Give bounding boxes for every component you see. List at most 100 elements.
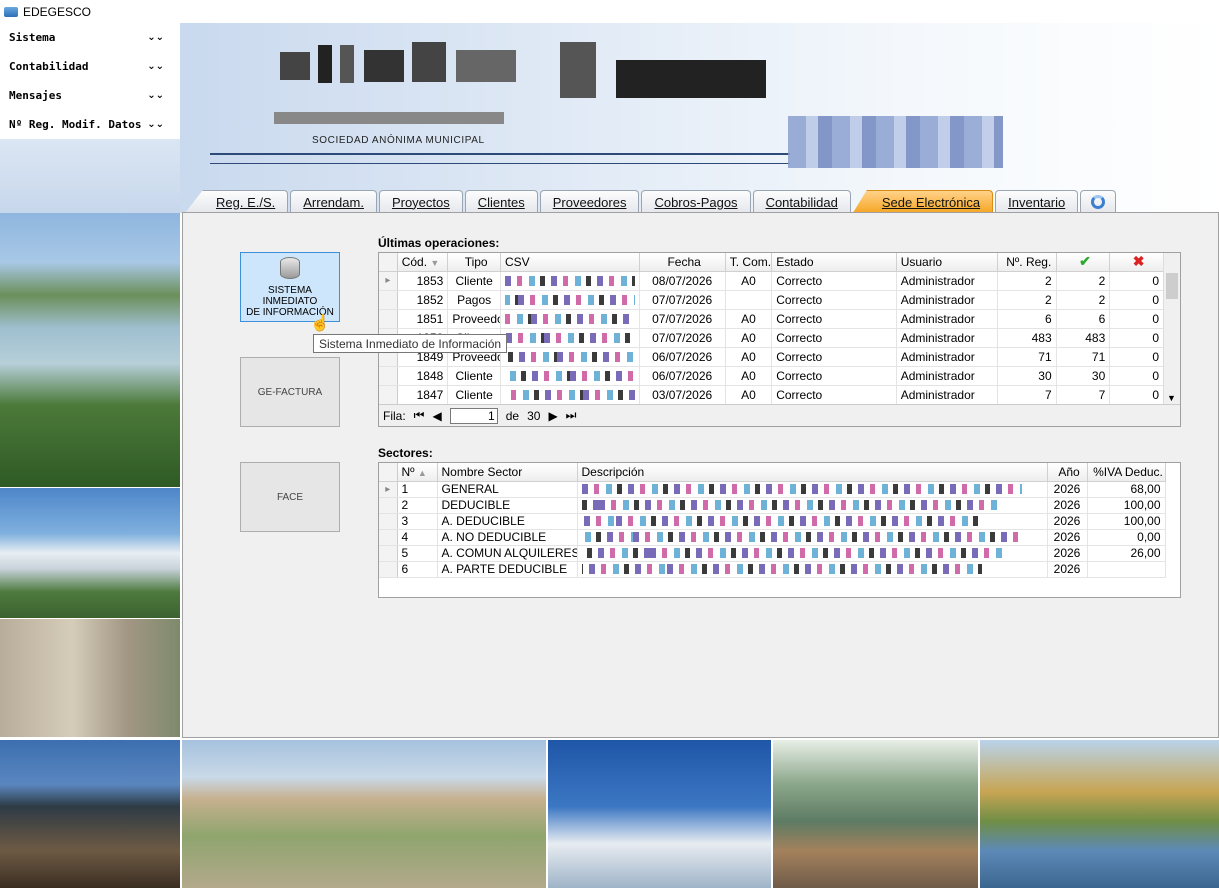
- cell-ok: 2: [1056, 271, 1111, 291]
- menu-sistema[interactable]: Sistema ⌄⌄: [0, 23, 180, 52]
- scroll-down-icon[interactable]: ▼: [1167, 393, 1176, 403]
- col-nombre[interactable]: Nombre Sector: [437, 463, 578, 482]
- operations-scrollbar[interactable]: ▼: [1163, 253, 1180, 405]
- table-row[interactable]: 1848 Cliente 06/07/2026 A0 Correcto Administr…: [379, 366, 1164, 386]
- cell-nreg: 6: [997, 309, 1057, 329]
- scroll-thumb[interactable]: [1166, 273, 1178, 299]
- tab-inventario[interactable]: Inventario: [995, 190, 1079, 213]
- menu-label: Mensajes: [9, 89, 62, 102]
- window-title: EDEGESCO: [23, 4, 92, 19]
- tab-clientes[interactable]: Clientes: [464, 190, 538, 213]
- col-csv[interactable]: CSV: [500, 253, 640, 272]
- tab-sede-electronica[interactable]: Sede Electrónica: [852, 190, 994, 213]
- tab-proyectos[interactable]: Proyectos: [378, 190, 463, 213]
- row-header-corner: [379, 463, 398, 482]
- row-selector: [379, 561, 398, 578]
- row-header-corner: [379, 253, 398, 272]
- table-row[interactable]: 1851 Proveedo 07/07/2026 A0 Correcto Administ…: [379, 309, 1164, 329]
- col-cod[interactable]: Cód. ▼: [397, 253, 449, 272]
- cell-anio: 2026: [1047, 545, 1088, 562]
- next-page-icon[interactable]: ▶: [548, 409, 557, 423]
- photo-market: [773, 740, 978, 888]
- cell-cod: 1847: [397, 385, 449, 405]
- col-tcom[interactable]: T. Com.: [725, 253, 773, 272]
- tab-reg-es[interactable]: Reg. E./S.: [185, 190, 289, 213]
- col-descripcion[interactable]: Descripción: [577, 463, 1048, 482]
- cell-descripcion: [577, 513, 1048, 530]
- cell-fecha: 06/07/2026: [639, 366, 726, 386]
- col-usuario[interactable]: Usuario: [896, 253, 998, 272]
- sii-button[interactable]: SISTEMA INMEDIATO DE INFORMACIÓN: [240, 252, 340, 322]
- table-row[interactable]: 5 A. COMUN ALQUILERES 2026 26,00: [379, 545, 1166, 562]
- row-selector: [379, 513, 398, 530]
- cell-ko: 0: [1109, 366, 1164, 386]
- table-row[interactable]: 1852 Pagos 07/07/2026 Correcto Administrador…: [379, 290, 1164, 310]
- cell-tipo: Pagos: [447, 290, 501, 310]
- photo-canal: [980, 740, 1219, 888]
- tab-arrendam[interactable]: Arrendam.: [290, 190, 377, 213]
- cell-ok: 6: [1056, 309, 1111, 329]
- cell-anio: 2026: [1047, 529, 1088, 546]
- cell-ok: 30: [1056, 366, 1111, 386]
- cell-ko: 0: [1109, 290, 1164, 310]
- cell-iva: 100,00: [1087, 513, 1166, 530]
- tab-refresh[interactable]: [1080, 190, 1117, 213]
- cell-n: 1: [397, 481, 438, 498]
- menu-mensajes[interactable]: Mensajes ⌄⌄: [0, 81, 180, 110]
- cell-n: 6: [397, 561, 438, 578]
- col-nreg[interactable]: Nº. Reg.: [997, 253, 1057, 272]
- last-page-icon[interactable]: ⏭: [566, 408, 577, 423]
- col-iva[interactable]: %IVA Deduc.: [1087, 463, 1166, 482]
- cell-tcom: A0: [725, 271, 773, 291]
- cell-cod: 1851: [397, 309, 449, 329]
- col-anio[interactable]: Año: [1047, 463, 1088, 482]
- photo-building: [0, 488, 180, 618]
- cell-cod: 1853: [397, 271, 449, 291]
- cell-nombre: A. COMUN ALQUILERES: [437, 545, 578, 562]
- cell-nreg: 71: [997, 347, 1057, 367]
- col-fecha[interactable]: Fecha: [639, 253, 726, 272]
- cell-usuario: Administrador: [896, 271, 998, 291]
- page-input[interactable]: [449, 407, 498, 424]
- col-tipo[interactable]: Tipo: [447, 253, 501, 272]
- table-row[interactable]: 4 A. NO DEDUCIBLE 2026 0,00: [379, 529, 1166, 546]
- gefactura-button[interactable]: GE-FACTURA: [240, 357, 340, 427]
- prev-page-icon[interactable]: ◀: [432, 409, 441, 423]
- cell-csv: [500, 347, 640, 367]
- table-row[interactable]: 1847 Cliente 03/07/2026 A0 Correcto Administr…: [379, 385, 1164, 405]
- table-row[interactable]: ▸ 1 GENERAL 2026 68,00: [379, 481, 1166, 498]
- pager-total: 30: [527, 408, 541, 423]
- cell-tcom: A0: [725, 347, 773, 367]
- first-page-icon[interactable]: ⏮: [414, 408, 425, 423]
- table-row[interactable]: 3 A. DEDUCIBLE 2026 100,00: [379, 513, 1166, 530]
- menu-reg-modif[interactable]: Nº Reg. Modif. Datos ⌄⌄: [0, 110, 180, 139]
- cell-ko: 0: [1109, 347, 1164, 367]
- table-row[interactable]: 6 A. PARTE DEDUCIBLE 2026: [379, 561, 1166, 578]
- col-estado[interactable]: Estado: [771, 253, 897, 272]
- cell-nreg: 483: [997, 328, 1057, 348]
- col-ko[interactable]: ✖: [1109, 253, 1164, 272]
- photo-fountain: [0, 619, 180, 737]
- table-row[interactable]: 2 DEDUCIBLE 2026 100,00: [379, 497, 1166, 514]
- hand-cursor-icon: ☝: [310, 315, 330, 332]
- sectors-grid: Nº ▲ Nombre Sector Descripción Año %IVA …: [378, 462, 1181, 598]
- table-row[interactable]: ▸ 1853 Cliente 08/07/2026 A0 Correcto Administ…: [379, 271, 1164, 291]
- menu-contabilidad[interactable]: Contabilidad ⌄⌄: [0, 52, 180, 81]
- col-ok[interactable]: ✔: [1056, 253, 1111, 272]
- tab-cobros-pagos[interactable]: Cobros-Pagos: [641, 190, 751, 213]
- operations-title: Últimas operaciones:: [378, 236, 500, 250]
- chevron-down-icon: ⌄⌄: [147, 119, 164, 130]
- tab-proveedores[interactable]: Proveedores: [539, 190, 640, 213]
- tab-contabilidad[interactable]: Contabilidad: [752, 190, 851, 213]
- operations-table: Cód. ▼ Tipo CSV Fecha T. Com. Estado Usu…: [379, 253, 1164, 405]
- cell-descripcion: [577, 529, 1048, 546]
- cell-usuario: Administrador: [896, 385, 998, 405]
- cell-fecha: 03/07/2026: [639, 385, 726, 405]
- cell-n: 4: [397, 529, 438, 546]
- photo-lake: [0, 213, 180, 487]
- face-button[interactable]: FACE: [240, 462, 340, 532]
- redacted-description: [581, 484, 1022, 494]
- cell-csv: [500, 271, 640, 291]
- cell-descripcion: [577, 497, 1048, 514]
- col-n[interactable]: Nº ▲: [397, 463, 438, 482]
